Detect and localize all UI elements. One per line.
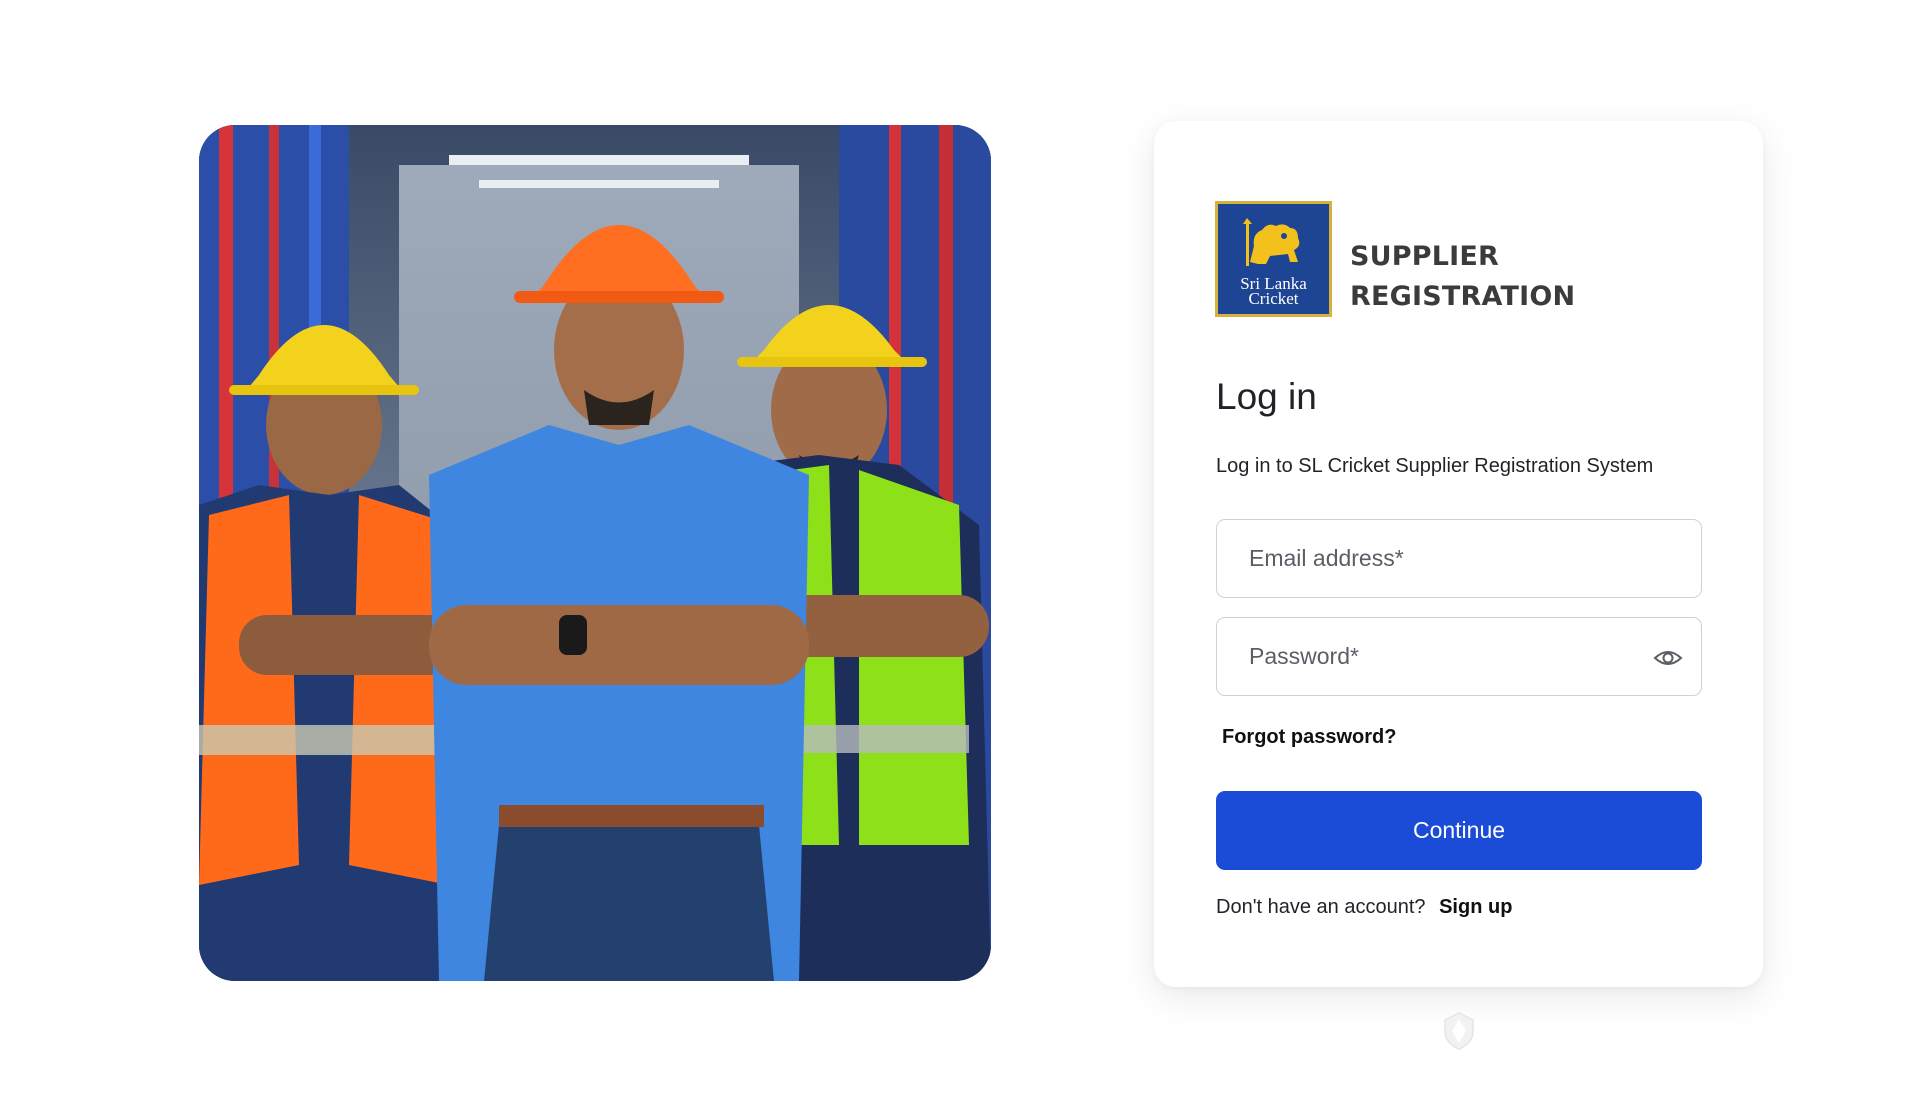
page-title: Log in bbox=[1216, 376, 1317, 417]
lion-emblem-icon bbox=[1242, 218, 1299, 266]
brand-title-line2: REGISTRATION bbox=[1350, 281, 1576, 312]
brand-header: Sri Lanka Cricket SUPPLIER REGISTRATION bbox=[1215, 201, 1610, 317]
sri-lanka-cricket-logo: Sri Lanka Cricket bbox=[1215, 201, 1332, 317]
shield-icon bbox=[1444, 1012, 1474, 1050]
password-placeholder: Password* bbox=[1249, 643, 1359, 669]
password-field[interactable]: Password* bbox=[1216, 617, 1702, 696]
page-subtitle: Log in to SL Cricket Supplier Registrati… bbox=[1216, 455, 1654, 477]
signup-prompt: Don't have an account? bbox=[1216, 896, 1426, 918]
continue-button[interactable]: Continue bbox=[1216, 791, 1702, 870]
signup-row: Don't have an account? Sign up bbox=[1216, 896, 1512, 919]
login-page: Sri Lanka Cricket SUPPLIER REGISTRATION … bbox=[0, 0, 1920, 1093]
eye-icon[interactable] bbox=[1653, 643, 1683, 673]
signup-link[interactable]: Sign up bbox=[1439, 896, 1512, 918]
email-field[interactable]: Email address* bbox=[1216, 519, 1702, 598]
hero-image bbox=[199, 125, 991, 981]
login-card: Sri Lanka Cricket SUPPLIER REGISTRATION … bbox=[1154, 121, 1763, 987]
brand-title-line1: SUPPLIER bbox=[1350, 241, 1500, 272]
forgot-password-link[interactable]: Forgot password? bbox=[1222, 726, 1396, 749]
brand-title: SUPPLIER REGISTRATION bbox=[1350, 237, 1610, 317]
email-placeholder: Email address* bbox=[1249, 545, 1404, 571]
logo-text-line2: Cricket bbox=[1248, 289, 1299, 308]
